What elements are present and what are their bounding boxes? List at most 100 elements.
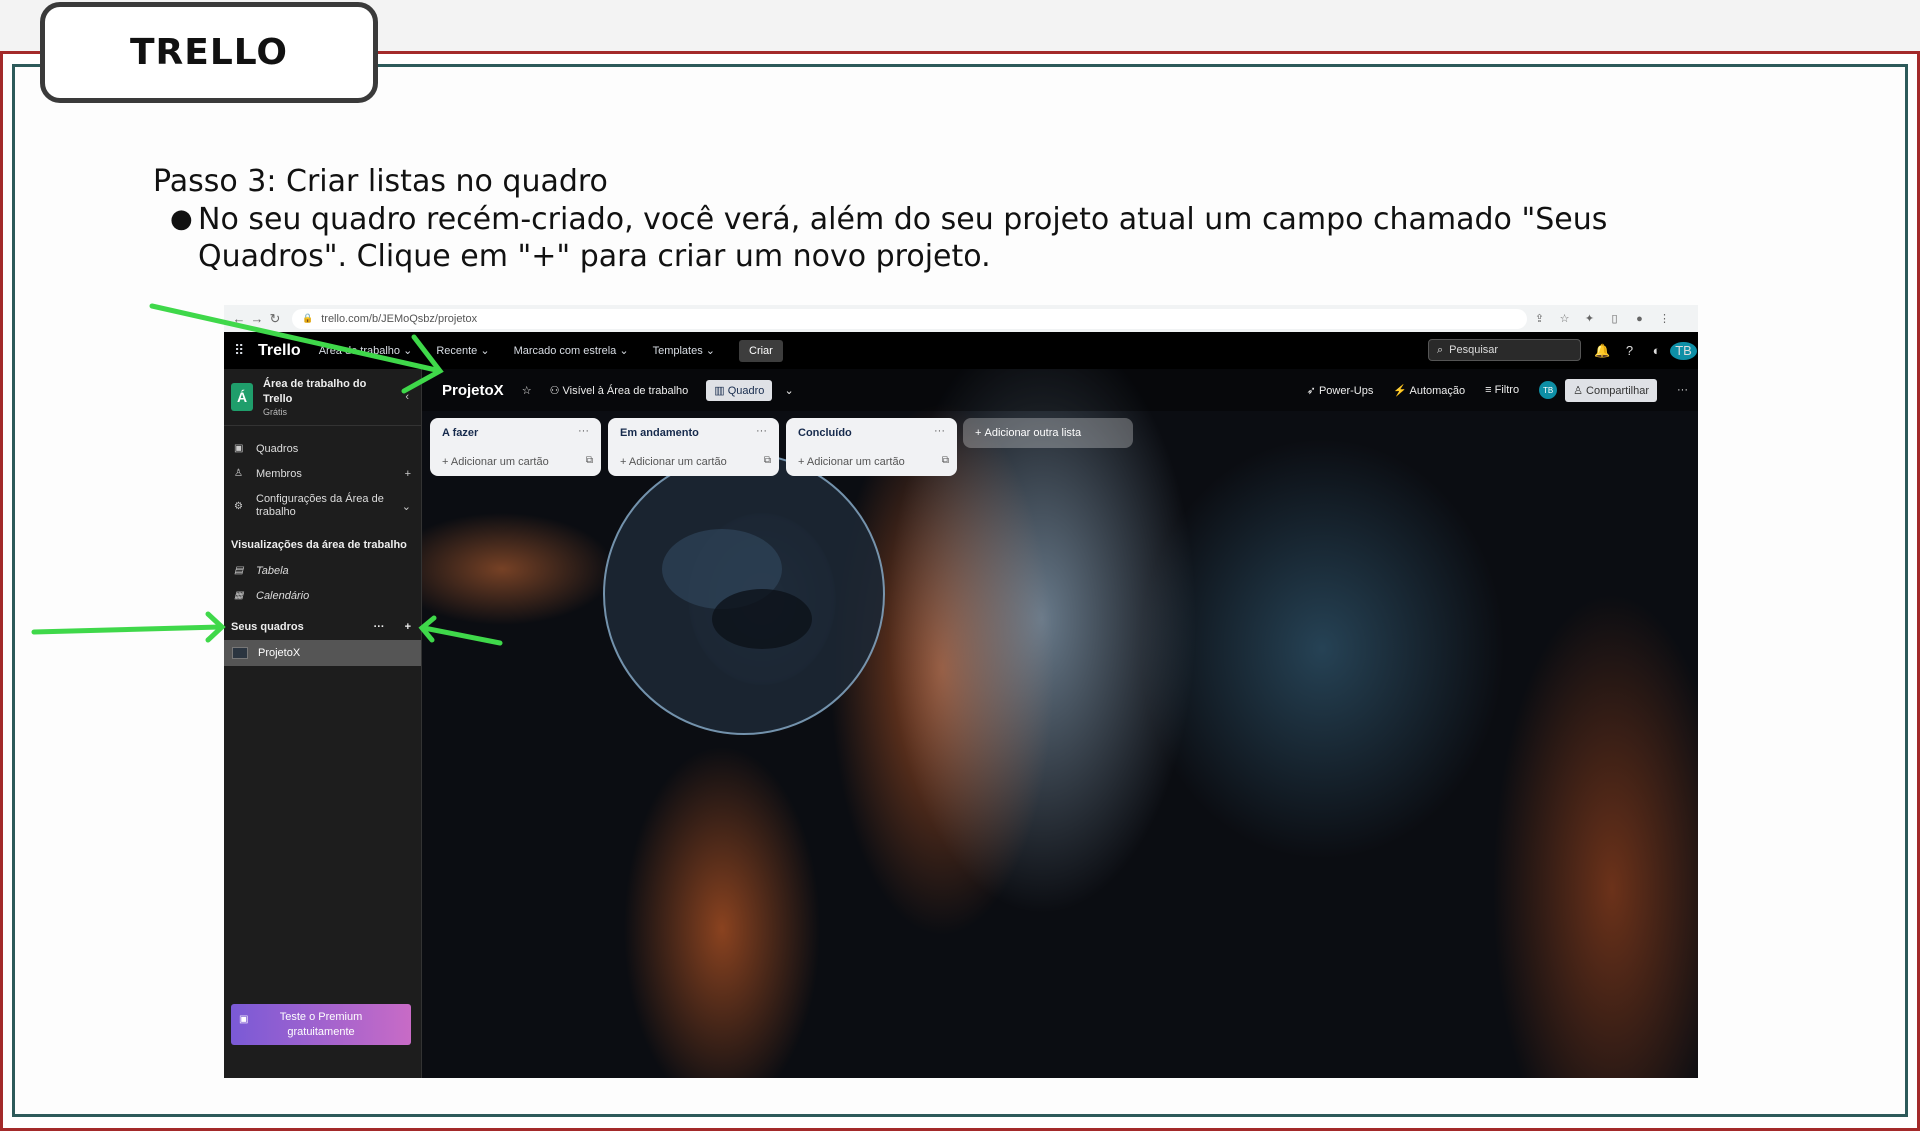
topbar-icons: 🔔 ? ◐ TB xyxy=(1589,332,1697,369)
card-template-icon[interactable]: ⧉ xyxy=(942,455,949,466)
sidebar-item-table[interactable]: ▤ Tabela xyxy=(224,558,421,583)
card-template-icon[interactable]: ⧉ xyxy=(764,455,771,466)
notifications-icon[interactable]: 🔔 xyxy=(1589,343,1616,359)
workspace-badge: Á xyxy=(231,383,253,411)
sidebar-item-calendar[interactable]: ▦ Calendário xyxy=(224,583,421,608)
table-icon: ▤ xyxy=(234,565,244,576)
menu-templates[interactable]: Templates ⌄ xyxy=(653,344,715,357)
list-title[interactable]: Em andamento xyxy=(620,427,699,439)
people-icon: ⚇ xyxy=(549,384,560,397)
board-view-icon: ▥ xyxy=(714,384,725,397)
add-board-icon[interactable]: + xyxy=(405,621,411,633)
trello-topbar: ⠿ Trello Área de trabalho ⌄ Recente ⌄ Ma… xyxy=(224,332,1698,369)
add-card-button[interactable]: + Adicionar um cartão xyxy=(442,456,549,468)
board-menu-icon[interactable]: ··· xyxy=(1677,384,1688,396)
rocket-icon: ➶ xyxy=(1306,384,1316,397)
search-icon: ⌕ xyxy=(1437,343,1444,356)
browser-toolbar: ← → ↻ 🔒 trello.com/b/JEMoQsbz/projetox ⇪… xyxy=(224,305,1698,332)
add-card-button[interactable]: + Adicionar um cartão xyxy=(620,456,727,468)
bolt-icon: ⚡ xyxy=(1393,384,1408,397)
share-page-icon[interactable]: ⇪ xyxy=(1527,312,1552,325)
app-body: Á Área de trabalho do Trello Grátis ‹ ▣ … xyxy=(224,369,1698,1078)
person-add-icon: ♙ xyxy=(1573,384,1583,397)
view-switcher-icon[interactable]: ⌄ xyxy=(784,384,793,397)
board-member-avatar[interactable]: TB xyxy=(1539,381,1558,399)
chevron-down-icon: ⌄ xyxy=(619,345,629,357)
create-button[interactable]: Criar xyxy=(739,339,783,362)
chevron-down-icon: ⌄ xyxy=(705,345,715,357)
sidebar: Á Área de trabalho do Trello Grátis ‹ ▣ … xyxy=(224,369,422,1078)
add-card-button[interactable]: + Adicionar um cartão xyxy=(798,456,905,468)
list-menu-icon[interactable]: ··· xyxy=(756,425,767,437)
list-menu-icon[interactable]: ··· xyxy=(934,425,945,437)
help-icon[interactable]: ? xyxy=(1616,343,1643,358)
more-icon[interactable]: ··· xyxy=(374,621,385,633)
list-title[interactable]: Concluído xyxy=(798,427,852,439)
list-menu-icon[interactable]: ··· xyxy=(578,425,589,437)
list-a-fazer: A fazer ··· + Adicionar um cartão ⧉ xyxy=(430,418,601,476)
menu-recent[interactable]: Recente ⌄ xyxy=(436,344,489,357)
step-bullet: ● No seu quadro recém-criado, você verá,… xyxy=(170,201,1650,275)
browser-menu-icon[interactable]: ⋮ xyxy=(1652,312,1677,325)
workspace-header: Á Área de trabalho do Trello Grátis ‹ xyxy=(224,369,421,426)
sidebar-item-boards[interactable]: ▣ Quadros xyxy=(224,436,421,461)
workspace-name-line2: Trello xyxy=(263,393,293,405)
bullet-text: No seu quadro recém-criado, você verá, a… xyxy=(198,202,1608,274)
board-header: ProjetoX ☆ ⚇ Visível à Área de trabalho … xyxy=(422,369,1698,411)
workspace-name-line1: Área de trabalho do xyxy=(263,378,367,390)
extensions-icon[interactable]: ✦ xyxy=(1577,312,1602,325)
trello-logo[interactable]: Trello xyxy=(258,342,301,360)
bookmark-star-icon[interactable]: ☆ xyxy=(1552,312,1577,325)
your-boards-heading: Seus quadros ··· + xyxy=(231,621,411,633)
share-button[interactable]: ♙ Compartilhar xyxy=(1565,378,1657,402)
chevron-down-icon: ⌄ xyxy=(480,345,490,357)
reload-icon[interactable]: ↻ xyxy=(266,311,284,327)
collapse-sidebar-icon[interactable]: ‹ xyxy=(405,391,409,403)
forward-icon[interactable]: → xyxy=(248,311,266,326)
profile-icon[interactable]: ● xyxy=(1627,313,1652,325)
lock-icon: 🔒 xyxy=(302,313,314,323)
trello-screenshot: ← → ↻ 🔒 trello.com/b/JEMoQsbz/projetox ⇪… xyxy=(224,305,1698,1078)
avatar[interactable]: TB xyxy=(1670,341,1697,360)
add-list-button[interactable]: + Adicionar outra lista xyxy=(963,418,1133,448)
board-view-button[interactable]: ▥ Quadro xyxy=(706,379,773,401)
automation-button[interactable]: ⚡ Automação xyxy=(1393,384,1465,397)
apps-grid-icon[interactable]: ⠿ xyxy=(234,342,254,359)
chevron-down-icon: ⌄ xyxy=(401,500,411,513)
back-icon[interactable]: ← xyxy=(230,311,248,326)
sidepanel-icon[interactable]: ▯ xyxy=(1602,312,1627,325)
add-member-icon[interactable]: + xyxy=(405,468,411,480)
sidebar-item-settings[interactable]: ⚙ Configurações da Área de trabalho ⌄ xyxy=(224,486,421,526)
board-name[interactable]: ProjetoX xyxy=(442,382,504,399)
list-em-andamento: Em andamento ··· + Adicionar um cartão ⧉ xyxy=(608,418,779,476)
list-concluido: Concluído ··· + Adicionar um cartão ⧉ xyxy=(786,418,957,476)
theme-icon[interactable]: ◐ xyxy=(1643,343,1670,358)
person-icon: ♙ xyxy=(234,468,243,479)
power-ups-button[interactable]: ➶ Power-Ups xyxy=(1307,384,1374,397)
board-icon: ▣ xyxy=(234,443,244,454)
chevron-down-icon: ⌄ xyxy=(403,345,413,357)
filter-button[interactable]: ≡ Filtro xyxy=(1485,384,1519,396)
step-title: Passo 3: Criar listas no quadro xyxy=(153,164,608,199)
search-input[interactable]: ⌕ Pesquisar xyxy=(1428,339,1581,361)
board-canvas: ProjetoX ☆ ⚇ Visível à Área de trabalho … xyxy=(422,369,1698,1078)
slide: TRELLO Passo 3: Criar listas no quadro ●… xyxy=(0,0,1920,1131)
menu-starred[interactable]: Marcado com estrela ⌄ xyxy=(514,344,629,357)
filter-icon: ≡ xyxy=(1485,384,1492,396)
slide-title: TRELLO xyxy=(40,2,378,103)
board-thumbnail xyxy=(232,647,248,659)
address-bar[interactable]: 🔒 trello.com/b/JEMoQsbz/projetox xyxy=(292,308,1527,329)
bullet-dot: ● xyxy=(170,204,193,234)
menu-workspaces[interactable]: Área de trabalho ⌄ xyxy=(319,344,413,357)
list-title[interactable]: A fazer xyxy=(442,427,478,439)
gear-icon: ⚙ xyxy=(234,500,243,512)
star-icon[interactable]: ☆ xyxy=(522,384,532,397)
gift-icon: ▣ xyxy=(239,1014,249,1025)
card-template-icon[interactable]: ⧉ xyxy=(586,455,593,466)
workspace-plan: Grátis xyxy=(263,407,288,417)
sidebar-board-projetox[interactable]: ProjetoX xyxy=(224,640,421,666)
visibility-button[interactable]: ⚇ Visível à Área de trabalho xyxy=(550,384,689,397)
url-text: trello.com/b/JEMoQsbz/projetox xyxy=(321,312,478,325)
sidebar-item-members[interactable]: ♙ Membros + xyxy=(224,461,421,486)
premium-trial-button[interactable]: ▣ Teste o Premium gratuitamente xyxy=(231,1004,411,1045)
